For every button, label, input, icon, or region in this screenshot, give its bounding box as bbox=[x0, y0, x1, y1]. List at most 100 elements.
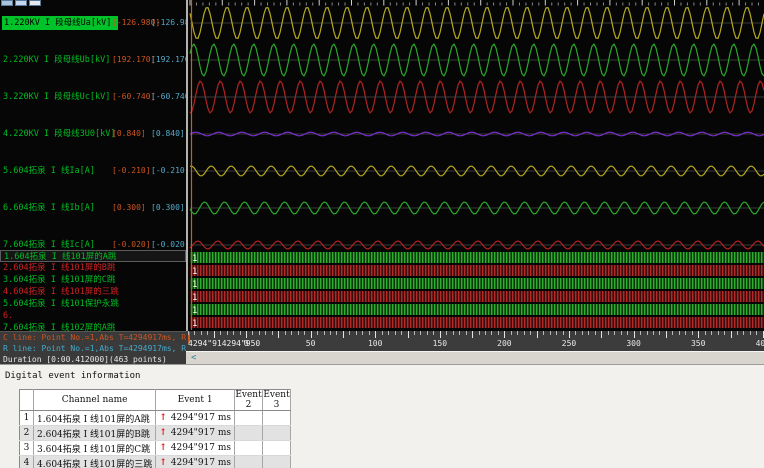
digital-channel-row[interactable]: 6. bbox=[0, 310, 186, 322]
event3-cell bbox=[262, 425, 292, 441]
digital-state-value: 1 bbox=[192, 254, 197, 264]
channel-name-cell: 2.604拓泉 I 线101屏的B跳 bbox=[33, 425, 157, 441]
digital-trace-bar bbox=[190, 252, 764, 263]
toolbar-button-icon[interactable] bbox=[1, 0, 13, 6]
toolbar-button-icon[interactable] bbox=[29, 0, 41, 6]
digital-channel-row[interactable]: 1.604拓泉 I 线101屏的A跳 bbox=[0, 250, 186, 262]
axis-tick bbox=[497, 331, 499, 335]
r-cursor-value: [0.840] bbox=[151, 129, 185, 138]
duration-status: Duration [0:00.412000](463 points) bbox=[3, 355, 167, 364]
c-cursor-value: [-0.210] bbox=[112, 166, 151, 175]
axis-tick bbox=[349, 331, 351, 335]
axis-tick bbox=[646, 331, 648, 335]
analog-channel-label: 3.220KV I 段母线Uc[kV] bbox=[3, 92, 111, 102]
toolbar-button-icon[interactable] bbox=[15, 0, 27, 6]
event-table-row[interactable]: 2 2.604拓泉 I 线101屏的B跳 ↑ 4294"917 ms bbox=[19, 425, 292, 441]
waveform-plot[interactable]: 1 1 1 1 1 1 bbox=[188, 0, 764, 330]
axis-tick bbox=[368, 331, 370, 335]
axis-tick bbox=[640, 331, 642, 335]
axis-tick bbox=[472, 331, 474, 338]
analog-channel-row[interactable]: 1.220KV I 段母线Ua[kV][-126.980][-126.980] bbox=[0, 16, 186, 30]
digital-channel-row[interactable]: 2.604拓泉 I 线101屏的B跳 bbox=[0, 262, 186, 274]
axis-tick bbox=[523, 331, 525, 335]
axis-tick bbox=[543, 331, 545, 335]
axis-tick bbox=[517, 331, 519, 335]
event-table-row[interactable]: 4 4.604拓泉 I 线101屏的三跳 ↑ 4294"917 ms bbox=[19, 455, 292, 468]
axis-tick-label: 350 bbox=[690, 339, 706, 348]
scroll-left-icon[interactable]: < bbox=[191, 352, 196, 364]
axis-tick bbox=[394, 331, 396, 335]
axis-tick bbox=[691, 331, 693, 335]
section-title: Digital event information bbox=[5, 371, 141, 381]
axis-tick bbox=[420, 331, 422, 335]
analog-channel-row[interactable]: 3.220KV I 段母线Uc[kV][-60.740][-60.740] bbox=[0, 90, 186, 104]
axis-tick bbox=[271, 331, 273, 335]
rise-arrow-icon: ↑ bbox=[159, 413, 167, 423]
channel-name-cell: 3.604拓泉 I 线101屏的C跳 bbox=[33, 440, 157, 456]
analog-channel-label: 5.604拓泉 I 线Ia[A] bbox=[3, 166, 96, 176]
table-column-header: Event 1 bbox=[155, 389, 236, 411]
axis-tick bbox=[194, 331, 196, 335]
analog-channel-row[interactable]: 2.220KV I 段母线Ub[kV][192.170][192.170] bbox=[0, 53, 186, 67]
cursor-status-box: C line: Point No.=1,Abs T=4294917ms, Rel… bbox=[0, 331, 186, 364]
axis-tick bbox=[304, 331, 306, 335]
analog-channel-row[interactable]: 6.604拓泉 I 线Ib[A] [0.300] [0.300] bbox=[0, 201, 186, 215]
horizontal-scrollbar[interactable]: < bbox=[186, 351, 764, 364]
axis-tick-label: 300 bbox=[626, 339, 641, 348]
digital-channel-row[interactable]: 4.604拓泉 I 线101屏的三跳 bbox=[0, 286, 186, 298]
event2-cell bbox=[234, 455, 264, 468]
axis-cursor-time-labels: 4294"914294"950 bbox=[188, 339, 261, 348]
axis-tick bbox=[233, 331, 235, 335]
c-cursor-value: [0.300] bbox=[112, 203, 146, 212]
axis-tick bbox=[504, 331, 506, 338]
event2-cell bbox=[234, 440, 264, 456]
axis-tick bbox=[711, 331, 713, 335]
r-cursor-value: [0.300] bbox=[151, 203, 185, 212]
digital-channel-row[interactable]: 3.604拓泉 I 线101屏的C跳 bbox=[0, 274, 186, 286]
r-cursor-value: [-0.210] bbox=[151, 166, 186, 175]
axis-tick bbox=[724, 331, 726, 335]
digital-channel-row[interactable]: 5.604拓泉 I 线101保护永跳 bbox=[0, 298, 186, 310]
r-cursor-value: [-60.740] bbox=[151, 92, 186, 101]
channel-name-cell: 4.604拓泉 I 线101屏的三跳 bbox=[33, 455, 157, 468]
axis-tick bbox=[704, 331, 706, 335]
digital-state-value: 1 bbox=[192, 267, 197, 277]
event3-cell bbox=[262, 455, 292, 468]
axis-tick bbox=[685, 331, 687, 335]
axis-tick bbox=[439, 331, 441, 338]
event1-cell: ↑ 4294"917 ms bbox=[155, 410, 236, 426]
row-number: 3 bbox=[19, 440, 34, 456]
table-column-header: Channel name bbox=[33, 389, 157, 411]
table-corner-header bbox=[19, 389, 34, 411]
rise-arrow-icon: ↑ bbox=[159, 428, 167, 438]
axis-tick bbox=[743, 331, 745, 335]
digital-trace-bar bbox=[190, 317, 764, 328]
digital-trace-bar bbox=[190, 278, 764, 289]
table-header-row: Channel name Event 1 Event 2 Event 3 bbox=[19, 389, 292, 411]
axis-tick bbox=[459, 331, 461, 335]
event-table-row[interactable]: 1 1.604拓泉 I 线101屏的A跳 ↑ 4294"917 ms bbox=[19, 410, 292, 426]
axis-tick bbox=[297, 331, 299, 335]
axis-tick bbox=[652, 331, 654, 335]
event-table-row[interactable]: 3 3.604拓泉 I 线101屏的C跳 ↑ 4294"917 ms bbox=[19, 440, 292, 456]
analog-channel-row[interactable]: 4.220KV I 段母线3U0[kV] [0.840] [0.840] bbox=[0, 127, 186, 141]
axis-tick bbox=[588, 331, 590, 335]
row-number: 1 bbox=[19, 410, 34, 426]
axis-tick bbox=[485, 331, 487, 335]
analog-channel-label: 1.220KV I 段母线Ua[kV] bbox=[2, 16, 118, 30]
axis-tick bbox=[407, 331, 409, 338]
digital-state-value: 1 bbox=[192, 293, 197, 303]
toolbar-remnant bbox=[1, 0, 43, 7]
axis-tick-label: 150 bbox=[432, 339, 448, 348]
axis-tick bbox=[749, 331, 751, 335]
axis-tick bbox=[756, 331, 758, 335]
axis-tick bbox=[426, 331, 428, 335]
event2-cell bbox=[234, 410, 264, 426]
r-cursor-value: [192.170] bbox=[151, 55, 186, 64]
table-column-header: Event 3 bbox=[262, 389, 292, 411]
digital-state-value: 1 bbox=[192, 280, 197, 290]
c-cursor-value: [192.170] bbox=[112, 55, 156, 64]
axis-tick bbox=[246, 331, 247, 338]
axis-tick bbox=[207, 331, 209, 335]
analog-channel-row[interactable]: 5.604拓泉 I 线Ia[A] [-0.210] [-0.210] bbox=[0, 164, 186, 178]
